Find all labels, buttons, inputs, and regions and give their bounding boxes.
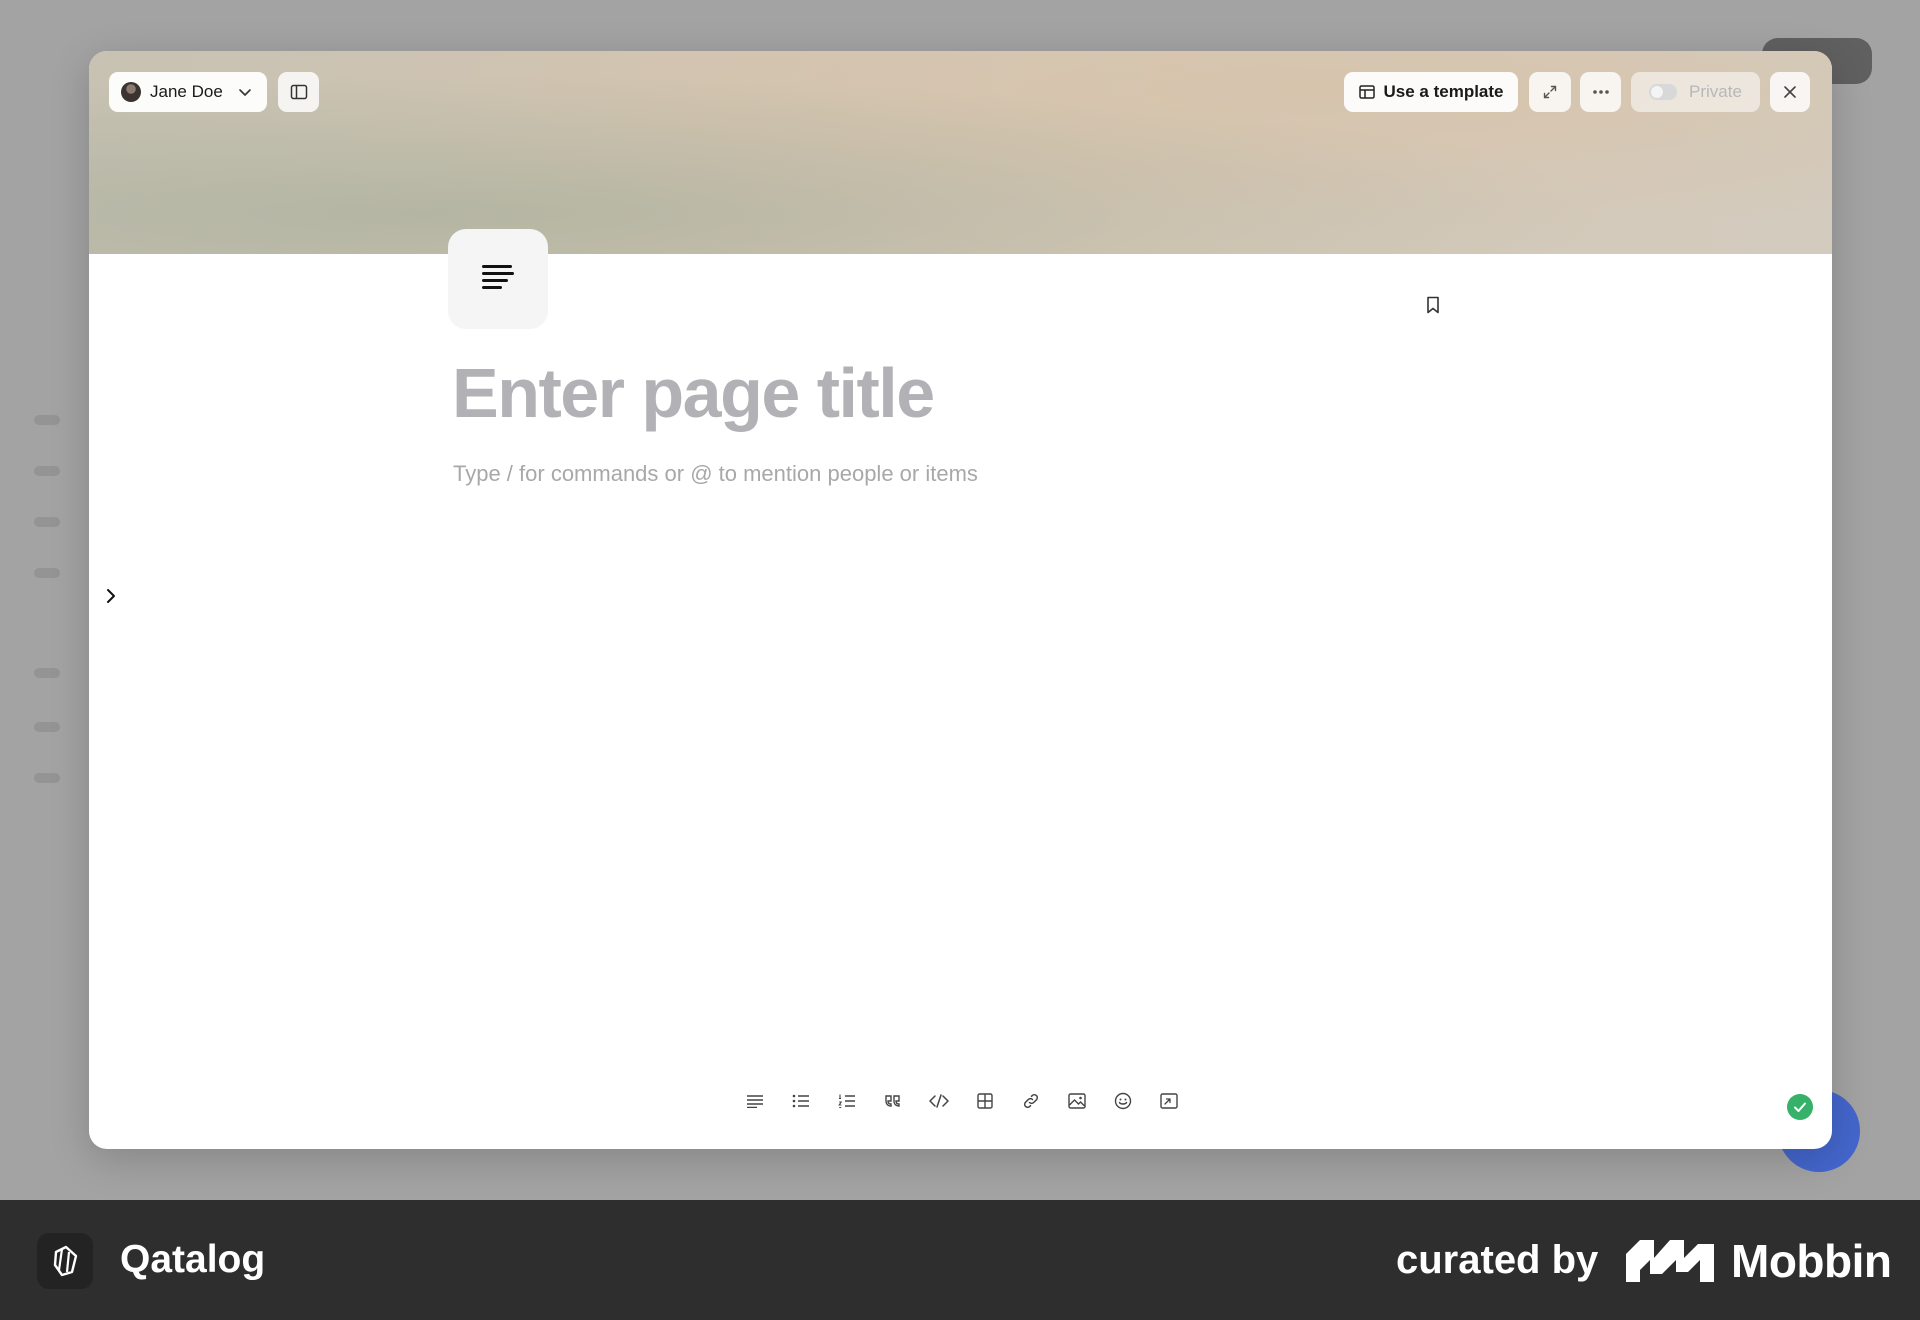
close-icon <box>1783 85 1797 99</box>
link-icon[interactable] <box>1015 1085 1046 1116</box>
page-body-input[interactable]: Type / for commands or @ to mention peop… <box>453 461 978 487</box>
private-toggle[interactable]: Private <box>1631 72 1760 112</box>
template-icon <box>1358 85 1375 99</box>
saved-status-check-icon <box>1787 1094 1813 1120</box>
user-switcher-button[interactable]: Jane Doe <box>109 72 267 112</box>
more-icon <box>1592 89 1610 95</box>
code-icon[interactable] <box>923 1085 954 1116</box>
expand-icon <box>1542 84 1558 100</box>
background-rail-item <box>34 568 60 578</box>
image-icon[interactable] <box>1061 1085 1092 1116</box>
background-rail-item <box>34 722 60 732</box>
avatar <box>121 82 141 102</box>
background-rail-item <box>34 773 60 783</box>
background-rail-item <box>34 466 60 476</box>
curated-by-label: curated by <box>1396 1238 1599 1282</box>
bullet-list-icon[interactable] <box>785 1085 816 1116</box>
qatalog-logo-icon <box>37 1233 93 1289</box>
paragraph-icon[interactable] <box>739 1085 770 1116</box>
use-template-label: Use a template <box>1383 82 1504 101</box>
table-icon[interactable] <box>969 1085 1000 1116</box>
quote-icon[interactable] <box>877 1085 908 1116</box>
sidebar-icon <box>290 84 308 100</box>
toggle-sidebar-button[interactable] <box>278 72 319 112</box>
more-options-button[interactable] <box>1580 72 1621 112</box>
mobbin-logo-icon <box>1626 1240 1714 1287</box>
bookmark-icon[interactable] <box>1426 296 1440 319</box>
background-rail-item <box>34 517 60 527</box>
embed-icon[interactable] <box>1153 1085 1184 1116</box>
formatting-toolbar <box>739 1085 1184 1116</box>
numbered-list-icon[interactable] <box>831 1085 862 1116</box>
user-name: Jane Doe <box>150 82 223 101</box>
private-label: Private <box>1689 82 1742 101</box>
brand-name: Mobbin <box>1731 1235 1892 1287</box>
background-rail-item <box>34 415 60 425</box>
chevron-right-icon[interactable] <box>104 587 118 610</box>
page-icon-picker[interactable] <box>448 229 548 329</box>
page-editor-modal: Jane Doe Use a template Private Enter pa… <box>89 51 1832 1149</box>
page-title-input[interactable]: Enter page title <box>452 353 935 433</box>
app-name: Qatalog <box>120 1238 266 1281</box>
expand-button[interactable] <box>1529 72 1571 112</box>
text-align-left-icon <box>481 264 515 295</box>
close-button[interactable] <box>1770 72 1810 112</box>
toggle-switch[interactable] <box>1649 84 1678 100</box>
chevron-down-icon <box>237 84 253 100</box>
background-rail-item <box>34 668 60 678</box>
use-template-button[interactable]: Use a template <box>1344 72 1518 112</box>
footer-bar: Qatalog curated by Mobbin <box>0 1200 1920 1320</box>
emoji-icon[interactable] <box>1107 1085 1138 1116</box>
